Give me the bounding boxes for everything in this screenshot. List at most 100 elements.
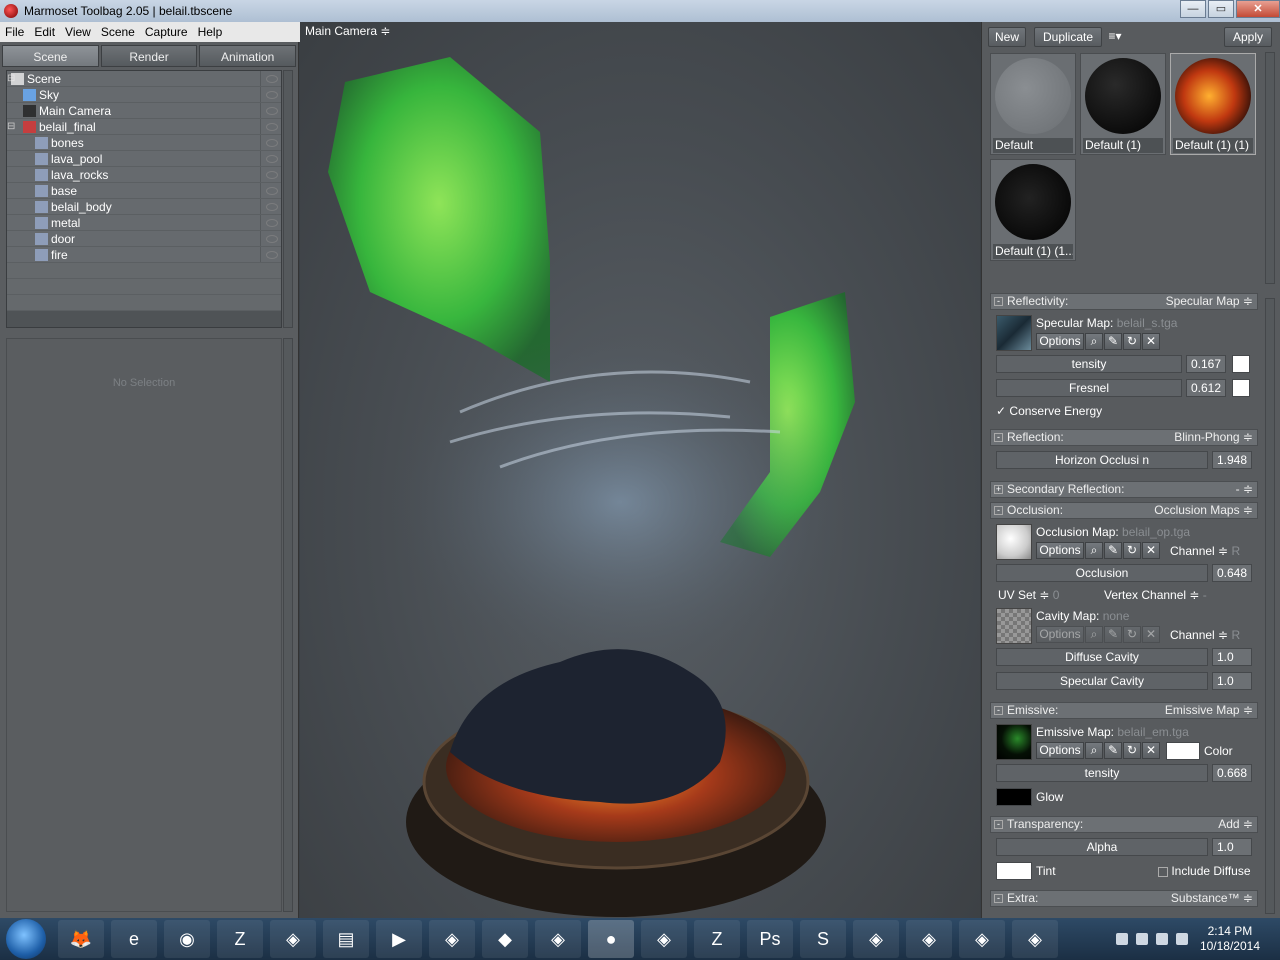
tree-item[interactable]: belail_body bbox=[7, 199, 281, 215]
visibility-eye-icon[interactable] bbox=[266, 90, 278, 99]
tray-app-icon[interactable] bbox=[1175, 933, 1188, 945]
diffuse-cavity-value[interactable]: 1.0 bbox=[1212, 648, 1252, 666]
close-button[interactable]: ✕ bbox=[1236, 0, 1280, 18]
refresh-icon[interactable]: ↻ bbox=[1123, 333, 1141, 350]
emissive-mode-select[interactable]: Emissive Map ≑ bbox=[1165, 703, 1253, 718]
diffuse-cavity-slider[interactable]: Diffuse Cavity bbox=[996, 648, 1208, 666]
fresnel-slider[interactable]: Fresnel bbox=[996, 379, 1182, 397]
tray-volume-icon[interactable] bbox=[1155, 933, 1168, 945]
material-menu-icon[interactable]: ≡▾ bbox=[1104, 27, 1126, 47]
tree-item[interactable]: Sky bbox=[7, 87, 281, 103]
search-icon[interactable]: ⌕ bbox=[1085, 742, 1103, 759]
tree-item[interactable]: door bbox=[7, 231, 281, 247]
clear-icon[interactable]: ✕ bbox=[1142, 333, 1160, 350]
extra-mode-select[interactable]: Substance™ ≑ bbox=[1171, 891, 1253, 906]
app-icon[interactable]: ◈ bbox=[270, 920, 316, 958]
tree-item[interactable]: ⊟Scene bbox=[7, 71, 281, 87]
reflectivity-mode-select[interactable]: Specular Map ≑ bbox=[1166, 294, 1253, 309]
menu-view[interactable]: View bbox=[60, 25, 96, 39]
material-properties-scrollbar[interactable] bbox=[1265, 298, 1275, 914]
start-button[interactable] bbox=[6, 919, 46, 959]
occlusion-section[interactable]: - Occlusion: Occlusion Maps ≑ bbox=[990, 502, 1258, 519]
cavity-map-thumbnail[interactable] bbox=[996, 608, 1032, 644]
app-icon[interactable]: ◈ bbox=[906, 920, 952, 958]
marmoset-icon[interactable]: ● bbox=[588, 920, 634, 958]
occlusion-slider[interactable]: Occlusion bbox=[996, 564, 1208, 582]
material-list-scrollbar[interactable] bbox=[1265, 52, 1275, 284]
fresnel-value[interactable]: 0.612 bbox=[1186, 379, 1226, 397]
menu-help[interactable]: Help bbox=[193, 25, 228, 39]
firefox-icon[interactable]: 🦊 bbox=[58, 920, 104, 958]
photoshop-icon[interactable]: Ps bbox=[747, 920, 793, 958]
tree-item[interactable]: base bbox=[7, 183, 281, 199]
tab-scene[interactable]: Scene bbox=[2, 45, 99, 67]
emissive-map-thumbnail[interactable] bbox=[996, 724, 1032, 760]
options-button[interactable]: Options bbox=[1036, 626, 1084, 643]
conserve-energy-checkbox[interactable]: ✓ Conserve Energy bbox=[996, 404, 1102, 418]
transparency-mode-select[interactable]: Add ≑ bbox=[1218, 817, 1253, 832]
media-icon[interactable]: ▶ bbox=[376, 920, 422, 958]
expander-icon[interactable]: ⊟ bbox=[7, 121, 23, 132]
tree-item[interactable]: Main Camera bbox=[7, 103, 281, 119]
fresnel-color-swatch[interactable] bbox=[1232, 379, 1250, 397]
tab-render[interactable]: Render bbox=[100, 45, 198, 67]
tree-item[interactable]: ⊟ belail_final bbox=[7, 119, 281, 135]
options-button[interactable]: Options bbox=[1036, 542, 1084, 559]
tree-item[interactable]: metal bbox=[7, 215, 281, 231]
app-icon[interactable]: ◈ bbox=[535, 920, 581, 958]
alpha-value[interactable]: 1.0 bbox=[1212, 838, 1252, 856]
properties-scrollbar[interactable] bbox=[283, 338, 293, 912]
explorer-icon[interactable]: ▤ bbox=[323, 920, 369, 958]
specular-intensity-slider[interactable]: tensity bbox=[996, 355, 1182, 373]
maximize-button[interactable]: ▭ bbox=[1208, 0, 1234, 18]
dropbox-icon[interactable]: ◆ bbox=[482, 920, 528, 958]
visibility-eye-icon[interactable] bbox=[266, 186, 278, 195]
occlusion-mode-select[interactable]: Occlusion Maps ≑ bbox=[1154, 503, 1253, 518]
occlusion-value[interactable]: 0.648 bbox=[1212, 564, 1252, 582]
glow-color-swatch[interactable] bbox=[996, 788, 1032, 806]
visibility-eye-icon[interactable] bbox=[266, 218, 278, 227]
material-thumb-default-1-1[interactable]: Default (1) (1) bbox=[1170, 53, 1256, 155]
search-icon[interactable]: ⌕ bbox=[1085, 333, 1103, 350]
tint-color-swatch[interactable] bbox=[996, 862, 1032, 880]
refresh-icon[interactable]: ↻ bbox=[1123, 626, 1141, 643]
include-diffuse-checkbox[interactable]: Include Diffuse bbox=[1158, 864, 1251, 878]
clear-icon[interactable]: ✕ bbox=[1142, 742, 1160, 759]
tree-item[interactable]: fire bbox=[7, 247, 281, 263]
pencil-icon[interactable]: ✎ bbox=[1104, 626, 1122, 643]
tray-network-icon[interactable] bbox=[1135, 933, 1148, 945]
ie-icon[interactable]: e bbox=[111, 920, 157, 958]
specular-intensity-value[interactable]: 0.167 bbox=[1186, 355, 1226, 373]
search-icon[interactable]: ⌕ bbox=[1085, 542, 1103, 559]
app-icon[interactable]: ◈ bbox=[959, 920, 1005, 958]
pencil-icon[interactable]: ✎ bbox=[1104, 542, 1122, 559]
app-icon[interactable]: ◈ bbox=[853, 920, 899, 958]
pencil-icon[interactable]: ✎ bbox=[1104, 742, 1122, 759]
search-icon[interactable]: ⌕ bbox=[1085, 626, 1103, 643]
pencil-icon[interactable]: ✎ bbox=[1104, 333, 1122, 350]
specular-cavity-slider[interactable]: Specular Cavity bbox=[996, 672, 1208, 690]
occlusion-map-thumbnail[interactable] bbox=[996, 524, 1032, 560]
secondary-reflection-section[interactable]: + Secondary Reflection: - ≑ bbox=[990, 481, 1258, 498]
options-button[interactable]: Options bbox=[1036, 333, 1084, 350]
duplicate-material-button[interactable]: Duplicate bbox=[1034, 27, 1102, 47]
tree-item[interactable]: lava_pool bbox=[7, 151, 281, 167]
refresh-icon[interactable]: ↻ bbox=[1123, 742, 1141, 759]
material-thumb-default[interactable]: Default bbox=[990, 53, 1076, 155]
filezilla-icon[interactable]: Z bbox=[217, 920, 263, 958]
emissive-intensity-slider[interactable]: tensity bbox=[996, 764, 1208, 782]
substance-icon[interactable]: S bbox=[800, 920, 846, 958]
tab-animation[interactable]: Animation bbox=[199, 45, 297, 67]
new-material-button[interactable]: New bbox=[988, 27, 1026, 47]
material-thumb-default-1[interactable]: Default (1) bbox=[1080, 53, 1166, 155]
horizon-occlusion-slider[interactable]: Horizon Occlusi n bbox=[996, 451, 1208, 469]
specular-cavity-value[interactable]: 1.0 bbox=[1212, 672, 1252, 690]
specular-map-thumbnail[interactable] bbox=[996, 315, 1032, 351]
menu-scene[interactable]: Scene bbox=[96, 25, 140, 39]
occlusion-channel-select[interactable]: Channel ≑ R bbox=[1170, 544, 1240, 558]
minimize-button[interactable]: — bbox=[1180, 0, 1206, 18]
tree-item[interactable]: bones bbox=[7, 135, 281, 151]
tree-item[interactable]: lava_rocks bbox=[7, 167, 281, 183]
menu-file[interactable]: File bbox=[0, 25, 29, 39]
reflectivity-section[interactable]: - Reflectivity: Specular Map ≑ bbox=[990, 293, 1258, 310]
